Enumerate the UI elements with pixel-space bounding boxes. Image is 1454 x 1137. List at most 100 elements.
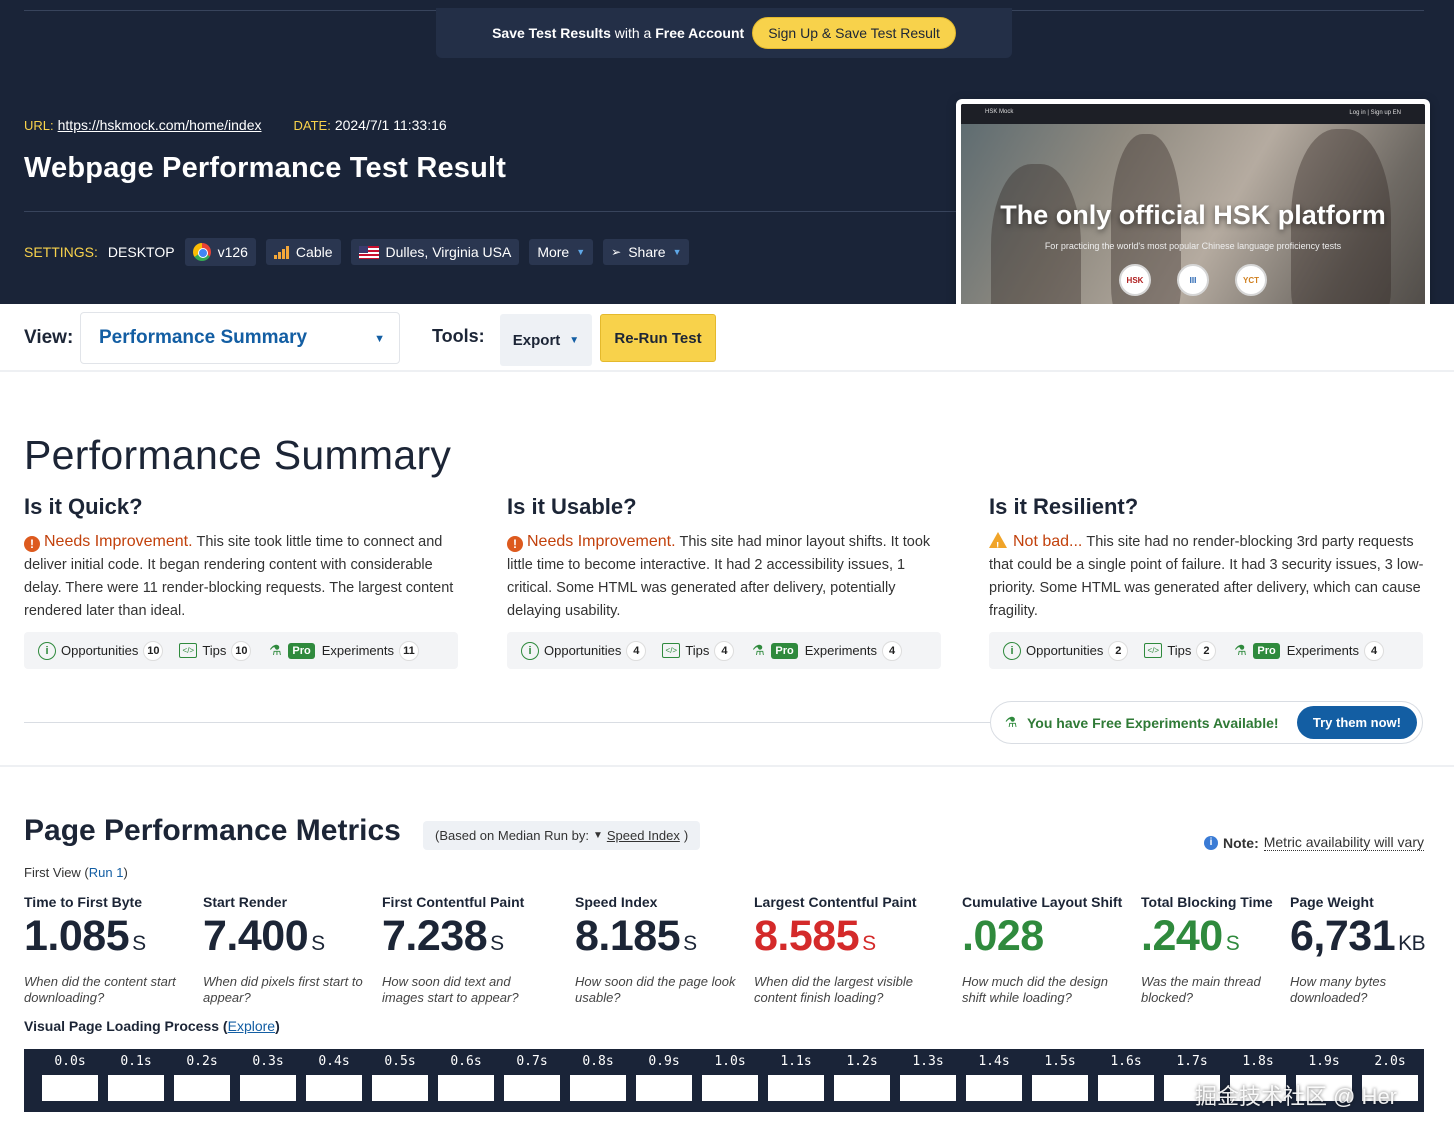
- frame-time: 1.7s: [1176, 1054, 1208, 1069]
- filmstrip-frame[interactable]: 1.1s: [763, 1049, 829, 1101]
- summary-usable: Is it Usable? ! Needs Improvement. This si…: [507, 494, 943, 623]
- opportunities-link[interactable]: i Opportunities 10: [38, 640, 164, 661]
- frame-time: 0.4s: [318, 1054, 350, 1069]
- usable-text: ! Needs Improvement. This site had minor l…: [507, 530, 943, 623]
- filmstrip-frame[interactable]: 0.9s: [631, 1049, 697, 1101]
- url-label: URL:: [24, 118, 54, 133]
- test-meta: URL: https://hskmock.com/home/index DATE:…: [24, 117, 447, 133]
- frame-time: 1.4s: [978, 1054, 1010, 1069]
- us-flag-icon: [358, 245, 379, 259]
- caret-down-icon: ▼: [569, 334, 580, 346]
- metric-description: When did pixels first start to appear?: [203, 974, 363, 1005]
- frame-time: 1.5s: [1044, 1054, 1076, 1069]
- frame-time: 1.8s: [1242, 1054, 1274, 1069]
- info-circle-icon: i: [521, 641, 539, 660]
- filmstrip-frame[interactable]: 0.0s: [37, 1049, 103, 1101]
- location-chip: Dulles, Virginia USA: [350, 239, 520, 265]
- caret-down-icon: ▼: [374, 333, 385, 345]
- metric-page-weight: Page Weight 6,731 KB How many bytes downl…: [1290, 894, 1426, 1006]
- screenshot-subtitle: For practicing the world's most popular …: [1044, 241, 1342, 251]
- filmstrip-frame[interactable]: 1.2s: [829, 1049, 895, 1101]
- page-title: Webpage Performance Test Result: [24, 152, 507, 184]
- resilient-counts: i Opportunities 2 </> Tips 2 ⚗ Pro Experiments…: [989, 632, 1423, 669]
- quick-counts: i Opportunities 10 </> Tips 10 ⚗ Pro Experimen…: [24, 632, 458, 669]
- resilient-heading: Is it Resilient?: [989, 494, 1139, 519]
- filmstrip-frame[interactable]: 0.1s: [103, 1049, 169, 1101]
- opportunities-link[interactable]: i Opportunities 2: [1003, 640, 1129, 661]
- more-label: More: [537, 244, 570, 260]
- frame-time: 0.7s: [516, 1054, 548, 1069]
- note-label: Note:: [1222, 834, 1259, 851]
- share-label: Share: [628, 244, 666, 260]
- metric-label: First Contentful Paint: [382, 894, 525, 910]
- metric-value: 7.400 S: [203, 912, 325, 960]
- frame-thumbnail: [966, 1075, 1022, 1101]
- filmstrip-frame[interactable]: 0.5s: [367, 1049, 433, 1101]
- metric-start-render: Start Render 7.400 S When did pixels firs…: [203, 894, 373, 1006]
- tested-url-link[interactable]: https://hskmock.com/home/index: [58, 117, 262, 133]
- metric-value: 6,731 KB: [1290, 912, 1426, 960]
- code-tips-icon: </>: [662, 643, 681, 658]
- share-dropdown[interactable]: ➢ Share ▼: [603, 239, 690, 265]
- screenshot-image: HSK Mock Log in | Sign up EN The only of…: [961, 104, 1425, 336]
- settings-label: SETTINGS:: [24, 244, 98, 260]
- more-dropdown[interactable]: More ▼: [529, 239, 594, 265]
- resilient-text: Not bad...This site had no render-blocki…: [989, 530, 1425, 623]
- tips-link[interactable]: </> Tips 10: [179, 640, 252, 661]
- filmstrip-frame[interactable]: 0.4s: [301, 1049, 367, 1101]
- frame-time: 1.9s: [1308, 1054, 1340, 1069]
- frame-thumbnail: [900, 1075, 956, 1101]
- banner-text: Save Test Results with a Free Account: [492, 25, 745, 41]
- caret-down-icon: ▼: [576, 247, 586, 257]
- filmstrip-frame[interactable]: 1.6s: [1093, 1049, 1159, 1101]
- test-settings: SETTINGS: DESKTOP v126 Cable Dulles, Vir…: [24, 238, 690, 266]
- metric-tbt: Total Blocking Time .240 S Was the main t…: [1141, 894, 1273, 1006]
- metric-value: 7.238 S: [382, 912, 504, 960]
- filmstrip-frame[interactable]: 1.4s: [961, 1049, 1027, 1101]
- section-band: [0, 765, 1454, 767]
- quick-text: ! Needs Improvement. This site took little…: [24, 530, 460, 623]
- filmstrip-frame[interactable]: 1.3s: [895, 1049, 961, 1101]
- filmstrip-frame[interactable]: 1.5s: [1027, 1049, 1093, 1101]
- browser-chip: v126: [184, 238, 256, 266]
- export-button[interactable]: Export ▼: [500, 314, 592, 366]
- filmstrip-frame[interactable]: 0.8s: [565, 1049, 631, 1101]
- run-link[interactable]: Run 1: [89, 865, 124, 880]
- experiments-link[interactable]: ⚗ Pro Experiments 4: [1232, 640, 1384, 661]
- frame-thumbnail: [42, 1075, 98, 1101]
- metric-label: Start Render: [203, 894, 288, 910]
- signup-save-button[interactable]: Sign Up & Save Test Result: [752, 17, 956, 49]
- filmstrip-frame[interactable]: 0.7s: [499, 1049, 565, 1101]
- metric-value: 8.185 S: [575, 912, 697, 960]
- filmstrip-frame[interactable]: 0.3s: [235, 1049, 301, 1101]
- view-label: View:: [24, 327, 74, 348]
- frame-thumbnail: [306, 1075, 362, 1101]
- explore-link[interactable]: Explore: [228, 1018, 275, 1034]
- frame-time: 0.0s: [54, 1054, 86, 1069]
- quick-heading: Is it Quick?: [24, 494, 143, 519]
- filmstrip-frame[interactable]: 1.0s: [697, 1049, 763, 1101]
- experiments-link[interactable]: ⚗ Pro Experiments 4: [750, 640, 902, 661]
- filmstrip-frame[interactable]: 0.2s: [169, 1049, 235, 1101]
- chrome-icon: [192, 243, 211, 261]
- metric-description: How soon did text and images start to ap…: [382, 974, 519, 1005]
- metric-description: When did the content start downloading?: [24, 974, 176, 1005]
- frame-thumbnail: [768, 1075, 824, 1101]
- frame-time: 0.1s: [120, 1054, 152, 1069]
- frame-time: 1.6s: [1110, 1054, 1142, 1069]
- frame-thumbnail: [372, 1075, 428, 1101]
- code-tips-icon: </>: [179, 643, 198, 658]
- opportunities-link[interactable]: i Opportunities 4: [521, 640, 647, 661]
- rerun-test-button[interactable]: Re-Run Test: [600, 314, 716, 362]
- section-divider: [24, 722, 992, 723]
- tips-link[interactable]: </> Tips 4: [662, 640, 735, 661]
- filmstrip-frame[interactable]: 0.6s: [433, 1049, 499, 1101]
- view-select[interactable]: Performance Summary ▼: [80, 312, 400, 364]
- frame-thumbnail: [834, 1075, 890, 1101]
- median-run-selector[interactable]: (Based on Median Run by: ▼ Speed Index): [423, 821, 701, 850]
- try-experiments-button[interactable]: Try them now!: [1296, 706, 1417, 739]
- tips-link[interactable]: </> Tips 2: [1144, 640, 1217, 661]
- experiments-link[interactable]: ⚗ Pro Experiments 11: [267, 640, 419, 661]
- frame-time: 0.3s: [252, 1054, 284, 1069]
- metric-cls: Cumulative Layout Shift .028 How much di…: [962, 894, 1122, 1006]
